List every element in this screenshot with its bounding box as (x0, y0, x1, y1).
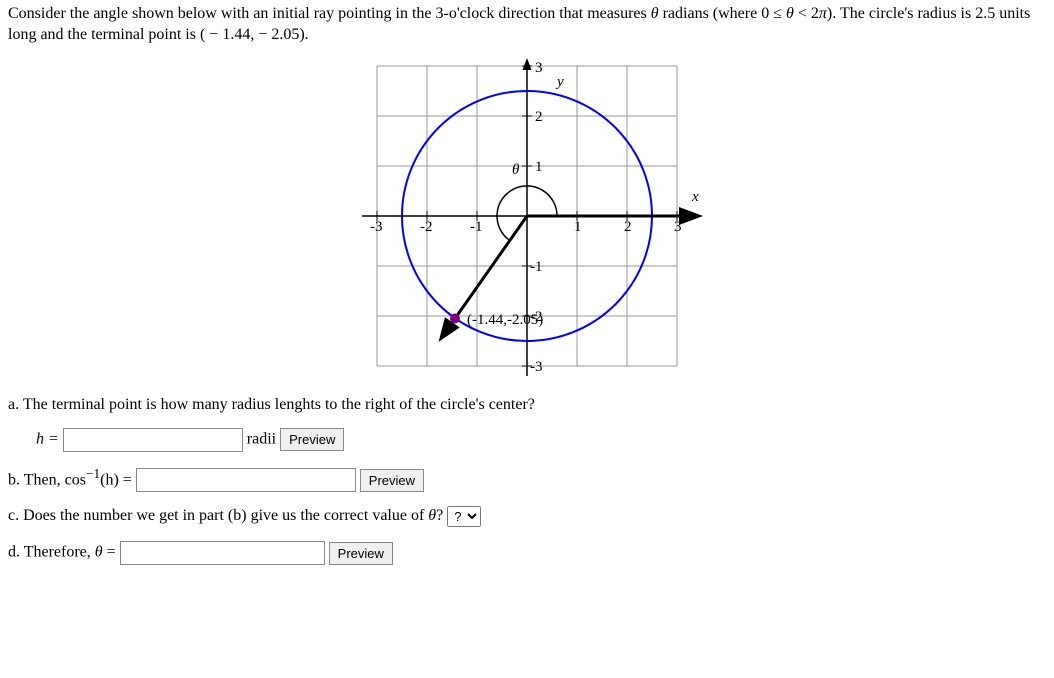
inverse-superscript: −1 (86, 466, 100, 481)
arccos-input[interactable] (136, 468, 356, 492)
problem-statement: Consider the angle shown below with an i… (8, 4, 1046, 46)
problem-text-2: radians (where 0 ≤ (659, 5, 786, 22)
preview-button-d[interactable]: Preview (329, 542, 393, 565)
theta-input[interactable] (120, 541, 325, 565)
svg-text:-1: -1 (470, 219, 483, 235)
problem-text-1: Consider the angle shown below with an i… (8, 5, 651, 22)
part-a-text: a. The terminal point is how many radius… (8, 396, 535, 413)
svg-text:-2: -2 (420, 219, 433, 235)
part-d-text-1: d. Therefore, (8, 544, 95, 561)
svg-text:-1: -1 (530, 259, 543, 275)
part-a: a. The terminal point is how many radius… (8, 396, 1046, 452)
theta-var-2: θ (786, 5, 794, 22)
theta-var: θ (651, 5, 659, 22)
svg-text:3: 3 (674, 219, 682, 235)
circle-diagram: -3 -2 -1 1 2 3 3 2 1 -1 -2 -3 y x θ (-1.… (342, 56, 712, 376)
part-b-text-1: b. Then, cos (8, 471, 86, 488)
preview-button-b[interactable]: Preview (360, 469, 424, 492)
svg-text:3: 3 (535, 60, 543, 76)
theta-label: θ (512, 162, 520, 178)
terminal-point-label: (-1.44,-2.05) (467, 312, 543, 328)
h-input[interactable] (63, 428, 243, 452)
svg-text:2: 2 (535, 109, 543, 125)
part-c: c. Does the number we get in part (b) gi… (8, 506, 1046, 527)
h-label: h = (36, 430, 59, 447)
pi-var: π (819, 5, 827, 22)
theta-c: θ (428, 507, 436, 524)
svg-text:1: 1 (535, 159, 543, 175)
radii-label: radii (247, 430, 276, 447)
svg-text:2: 2 (624, 219, 632, 235)
svg-text:-3: -3 (370, 219, 383, 235)
preview-button-a[interactable]: Preview (280, 428, 344, 451)
chart-container: -3 -2 -1 1 2 3 3 2 1 -1 -2 -3 y x θ (-1.… (8, 56, 1046, 376)
part-c-text: c. Does the number we get in part (b) gi… (8, 507, 428, 524)
svg-text:-3: -3 (530, 359, 543, 375)
problem-text-3: < 2 (794, 5, 819, 22)
part-d-text-2: = (103, 544, 120, 561)
part-b-text-2: (h) = (100, 471, 136, 488)
part-c-select[interactable]: ? (447, 506, 481, 527)
theta-d: θ (95, 544, 103, 561)
x-axis-label: x (691, 189, 699, 205)
part-b: b. Then, cos−1(h) = Preview (8, 466, 1046, 493)
svg-text:1: 1 (574, 219, 582, 235)
y-axis-label: y (555, 74, 564, 90)
diagram-svg: -3 -2 -1 1 2 3 3 2 1 -1 -2 -3 y x θ (-1.… (342, 56, 712, 376)
part-c-text-2: ? (436, 507, 443, 524)
part-d: d. Therefore, θ = Preview (8, 541, 1046, 565)
